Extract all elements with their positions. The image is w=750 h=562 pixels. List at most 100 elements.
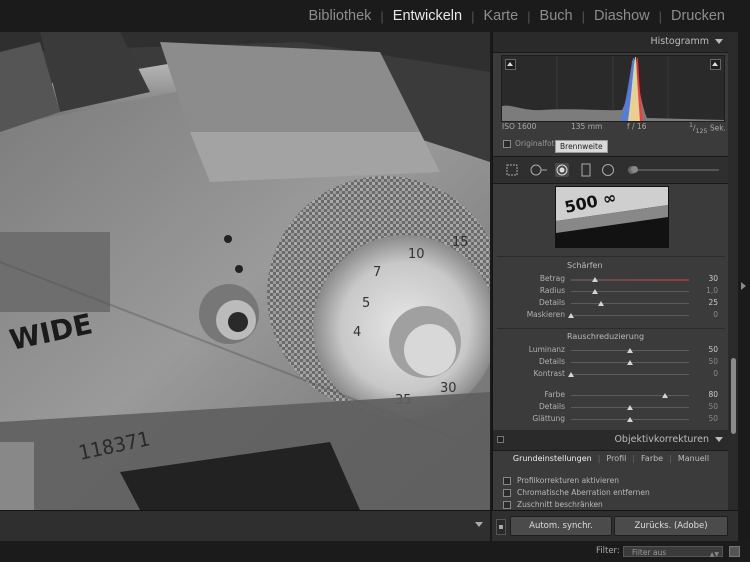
histogram-graph[interactable] — [501, 55, 725, 122]
tool-size-slider[interactable] — [631, 166, 719, 173]
chevron-down-icon[interactable] — [475, 522, 483, 527]
svg-text:4: 4 — [353, 325, 361, 340]
original-photo-toggle[interactable]: Originalfoto — [503, 139, 559, 148]
scrollbar-thumb[interactable] — [731, 358, 736, 434]
detail-preview[interactable]: 500 ∞ — [555, 186, 669, 248]
lens-corrections-title: Objektivkorrekturen — [614, 434, 709, 445]
slider-value[interactable]: 50 — [693, 357, 718, 366]
exif-shutter: 1/125 Sek. — [689, 122, 726, 135]
panel-scrollbar[interactable] — [728, 32, 738, 510]
tab-basic[interactable]: Grundeinstellungen — [507, 454, 598, 463]
exif-iso: ISO 1600 — [502, 122, 537, 131]
slider-track[interactable] — [571, 374, 689, 375]
develop-right-panel: Histogramm ISO 1600 135 mm f / 16 1/125 … — [492, 32, 729, 510]
slider-value[interactable]: 0 — [693, 310, 718, 319]
checkbox[interactable] — [503, 500, 511, 509]
graduated-filter-icon[interactable] — [579, 163, 593, 177]
highlight-clipping-toggle[interactable] — [710, 59, 721, 70]
slider-value[interactable]: 50 — [693, 345, 718, 354]
sharpen-title: Schärfen — [567, 261, 603, 270]
slider-knob[interactable] — [568, 372, 574, 377]
svg-text:30: 30 — [440, 381, 457, 396]
slider-value[interactable]: 50 — [693, 414, 718, 423]
histogram-curve — [502, 56, 724, 121]
slider-track[interactable] — [571, 279, 689, 281]
histogram-header[interactable]: Histogramm — [493, 32, 729, 53]
slider-label: Details — [538, 298, 565, 307]
slider-knob[interactable] — [627, 405, 633, 410]
module-slideshow[interactable]: Diashow — [585, 8, 659, 24]
svg-text:5: 5 — [362, 296, 370, 311]
slider-knob[interactable] — [591, 289, 598, 294]
slider-knob[interactable] — [627, 360, 633, 365]
checkbox[interactable] — [503, 488, 511, 497]
noise-reduction-title: Rauschreduzierung — [567, 332, 645, 341]
reset-button[interactable]: Zurücks. (Adobe) — [614, 516, 728, 536]
slider-value[interactable]: 50 — [693, 402, 718, 411]
slider-track[interactable] — [571, 291, 689, 292]
slider-label: Details — [538, 357, 565, 366]
slider-value[interactable]: 1,0 — [693, 286, 718, 295]
slider-knob[interactable] — [591, 277, 598, 282]
slider-knob[interactable] — [662, 393, 669, 398]
auto-sync-button[interactable]: Autom. synchr. — [510, 516, 612, 536]
auto-sync-switch[interactable] — [496, 519, 506, 535]
filmstrip-toolbar — [0, 510, 490, 541]
slider-track[interactable] — [571, 315, 689, 316]
lens-tabs: Grundeinstellungen | Profil | Farbe | Ma… — [497, 448, 725, 468]
filter-label: Filter: — [596, 546, 620, 556]
slider-track[interactable] — [571, 395, 689, 396]
slider-knob[interactable] — [597, 301, 604, 306]
slider-label: Glättung — [532, 414, 565, 423]
tab-manual[interactable]: Manuell — [672, 454, 715, 463]
slider-label: Radius — [539, 286, 565, 295]
adjustment-brush-icon[interactable] — [601, 163, 615, 177]
slider-knob[interactable] — [568, 313, 574, 318]
svg-text:7: 7 — [373, 265, 381, 280]
constrain-crop[interactable]: Zuschnitt beschränken — [503, 500, 603, 509]
photo-canvas[interactable]: 10 15 7 5 4 30 35 WIDE 118371 — [0, 32, 490, 510]
detail-preview-image: 500 ∞ — [556, 187, 668, 247]
tab-profile[interactable]: Profil — [600, 454, 632, 463]
slider-knob[interactable] — [631, 166, 638, 173]
slider-knob[interactable] — [627, 417, 633, 422]
enable-profile-corrections[interactable]: Profilkorrekturen aktivieren — [503, 476, 619, 485]
crop-overlay-icon[interactable] — [505, 163, 519, 177]
filter-lock-icon[interactable] — [729, 546, 740, 557]
red-eye-icon[interactable] — [555, 163, 569, 177]
tooltip: Brennweite — [555, 140, 608, 153]
slider-label: Luminanz — [528, 345, 565, 354]
module-print[interactable]: Drucken — [662, 8, 734, 24]
checkbox[interactable] — [503, 476, 511, 485]
slider-value[interactable]: 0 — [693, 369, 718, 378]
filter-select[interactable]: Filter aus ▲▼ — [623, 546, 723, 558]
check-label: Chromatische Aberration entfernen — [517, 488, 650, 497]
slider-value[interactable]: 25 — [693, 298, 718, 307]
exif-aperture: f / 16 — [627, 122, 647, 131]
slider-label: Details — [538, 402, 565, 411]
module-develop[interactable]: Entwickeln — [384, 8, 471, 24]
remove-chromatic-aberration[interactable]: Chromatische Aberration entfernen — [503, 488, 650, 497]
tab-color[interactable]: Farbe — [635, 454, 669, 463]
filter-value: Filter aus — [632, 548, 667, 557]
divider — [497, 328, 725, 329]
right-panel-edge — [738, 32, 750, 510]
slider-track[interactable] — [571, 303, 689, 304]
slider-value[interactable]: 80 — [693, 390, 718, 399]
module-library[interactable]: Bibliothek — [300, 8, 381, 24]
slider-value[interactable]: 30 — [693, 274, 718, 283]
panel-toggle[interactable] — [497, 436, 504, 443]
slider-knob[interactable] — [627, 348, 633, 353]
camera-photo: 10 15 7 5 4 30 35 WIDE 118371 — [0, 32, 490, 510]
chevron-down-icon[interactable] — [715, 437, 723, 442]
module-picker-bar: Bibliothek | Entwickeln | Karte | Buch |… — [0, 0, 750, 32]
check-label: Profilkorrekturen aktivieren — [517, 476, 619, 485]
module-map[interactable]: Karte — [474, 8, 527, 24]
tool-strip — [493, 156, 729, 184]
collapse-right-panel-icon[interactable] — [741, 282, 746, 290]
shadow-clipping-toggle[interactable] — [505, 59, 516, 70]
spot-removal-icon[interactable] — [529, 163, 549, 177]
checkbox[interactable] — [503, 139, 511, 148]
module-book[interactable]: Buch — [531, 8, 582, 24]
chevron-down-icon[interactable] — [715, 39, 723, 44]
